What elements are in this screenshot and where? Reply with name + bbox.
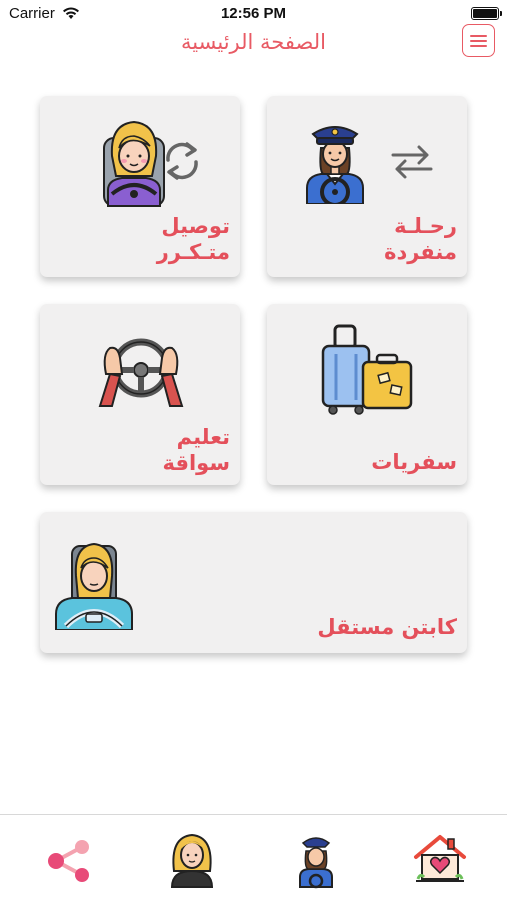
nav-share[interactable]: [40, 829, 100, 889]
sync-arrows-icon: [166, 142, 198, 180]
card-single-trip[interactable]: رحـلـة منفردة: [267, 96, 467, 277]
hamburger-menu-icon: [470, 35, 487, 37]
card-label: تعليم سواقة: [162, 425, 230, 475]
captain-driver-icon: [306, 126, 364, 204]
clock: 12:56 PM: [220, 5, 287, 22]
card-label: كابتن مستقل: [317, 615, 457, 639]
card-driving-lessons[interactable]: تعليم سواقة: [40, 304, 240, 485]
card-travel[interactable]: سفريات: [267, 304, 467, 485]
share-icon: [48, 840, 89, 882]
card-label: توصيل متـكـرر: [156, 214, 230, 264]
nav-woman-driver[interactable]: [162, 829, 222, 889]
battery-icon: [471, 7, 502, 20]
woman-driver-icon: [55, 542, 133, 630]
woman-avatar-icon: [170, 833, 214, 888]
captain-avatar-icon: [299, 837, 333, 889]
menu-button[interactable]: [462, 24, 495, 57]
woman-driver-icon: [103, 120, 165, 207]
bottom-nav: [0, 814, 507, 900]
steering-wheel-hands-icon: [98, 338, 184, 407]
status-bar: Carrier 12:56 PM: [0, 0, 507, 28]
nav-home[interactable]: [410, 829, 470, 889]
page-title: الصفحة الرئيسية: [181, 30, 326, 54]
exchange-arrows-icon: [391, 145, 433, 179]
luggage-icon: [321, 324, 413, 415]
card-independent-captain[interactable]: كابتن مستقل: [40, 512, 467, 653]
home-heart-icon: [414, 835, 466, 882]
card-label: سفريات: [371, 450, 457, 474]
nav-captain[interactable]: [286, 829, 346, 889]
card-recurring-ride[interactable]: توصيل متـكـرر: [40, 96, 240, 277]
card-label: رحـلـة منفردة: [384, 214, 457, 264]
